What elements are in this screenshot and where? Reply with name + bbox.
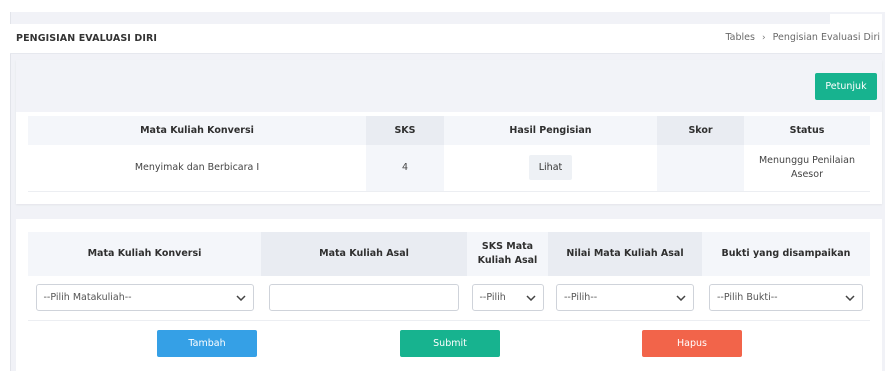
chevron-down-icon — [676, 295, 686, 301]
bukti-select[interactable]: --Pilih Bukti-- — [709, 284, 863, 312]
matakuliah-select-value: --Pilih Matakuliah-- — [43, 292, 132, 304]
hapus-button[interactable]: Hapus — [642, 330, 742, 357]
nilai-select[interactable]: --Pilih-- — [556, 284, 694, 312]
summary-table-header: Mata Kuliah Konversi SKS Hasil Pengisian… — [28, 116, 870, 145]
col-mata-kuliah-konversi: Mata Kuliah Konversi — [28, 116, 366, 145]
sks-select[interactable]: --Pilih — [471, 284, 544, 312]
top-strip — [0, 0, 885, 12]
cell-sks: 4 — [366, 145, 444, 192]
matakuliah-select[interactable]: --Pilih Matakuliah-- — [35, 284, 254, 312]
form-card: Mata Kuliah Konversi Mata Kuliah Asal SK… — [16, 219, 882, 371]
page-header: PENGISIAN EVALUASI DIRI Tables › Pengisi… — [10, 24, 882, 54]
form-row: --Pilih Matakuliah-- --Pilih --Pilih-- -… — [28, 276, 870, 321]
col-status: Status — [744, 116, 870, 145]
nilai-select-value: --Pilih-- — [564, 292, 598, 304]
lihat-button[interactable]: Lihat — [528, 155, 573, 181]
table-row: Menyimak dan Berbicara I 4 Lihat Menungg… — [28, 145, 870, 192]
col-sks-mata-kuliah-asal: SKS Mata Kuliah Asal — [467, 232, 548, 276]
chevron-down-icon — [845, 295, 855, 301]
col-bukti: Bukti yang disampaikan — [702, 232, 870, 276]
cell-hasil: Lihat — [444, 145, 657, 192]
cell-mata-kuliah: Menyimak dan Berbicara I — [28, 145, 366, 192]
col-mata-kuliah-konversi: Mata Kuliah Konversi — [28, 232, 261, 276]
col-mata-kuliah-asal: Mata Kuliah Asal — [261, 232, 467, 276]
cell-select-nilai: --Pilih-- — [548, 276, 702, 321]
cell-input-mata-kuliah-asal — [261, 276, 467, 321]
submit-button[interactable]: Submit — [400, 330, 500, 357]
chevron-down-icon — [525, 295, 536, 301]
col-sks-label: SKS Mata Kuliah Asal — [477, 241, 538, 266]
petunjuk-button[interactable]: Petunjuk — [815, 73, 877, 100]
top-stub — [830, 14, 882, 24]
cell-select-sks: --Pilih — [467, 276, 548, 321]
cell-skor — [657, 145, 744, 192]
chevron-down-icon — [235, 295, 246, 301]
tambah-button[interactable]: Tambah — [157, 330, 257, 357]
form-table: Mata Kuliah Konversi Mata Kuliah Asal SK… — [28, 232, 870, 321]
col-skor: Skor — [657, 116, 744, 145]
form-table-header: Mata Kuliah Konversi Mata Kuliah Asal SK… — [28, 232, 870, 276]
mata-kuliah-asal-input[interactable] — [269, 284, 459, 312]
status-text: Menunggu Penilaian Asesor — [758, 154, 856, 180]
col-hasil-pengisian: Hasil Pengisian — [444, 116, 657, 145]
breadcrumb-current: Pengisian Evaluasi Diri — [772, 32, 880, 43]
cell-select-matakuliah: --Pilih Matakuliah-- — [28, 276, 261, 321]
breadcrumb: Tables › Pengisian Evaluasi Diri — [725, 32, 880, 43]
breadcrumb-tables[interactable]: Tables — [725, 32, 755, 43]
sks-select-value: --Pilih — [479, 292, 506, 304]
summary-table: Mata Kuliah Konversi SKS Hasil Pengisian… — [28, 116, 870, 192]
col-nilai-mata-kuliah-asal: Nilai Mata Kuliah Asal — [548, 232, 702, 276]
bukti-select-value: --Pilih Bukti-- — [717, 292, 778, 304]
cell-status: Menunggu Penilaian Asesor — [744, 145, 870, 192]
summary-card-toolbar — [16, 60, 882, 112]
col-sks: SKS — [366, 116, 444, 145]
summary-card: Petunjuk Mata Kuliah Konversi SKS Hasil … — [16, 60, 882, 204]
chevron-right-icon: › — [761, 32, 766, 43]
page-title: PENGISIAN EVALUASI DIRI — [16, 33, 158, 44]
cell-select-bukti: --Pilih Bukti-- — [702, 276, 870, 321]
